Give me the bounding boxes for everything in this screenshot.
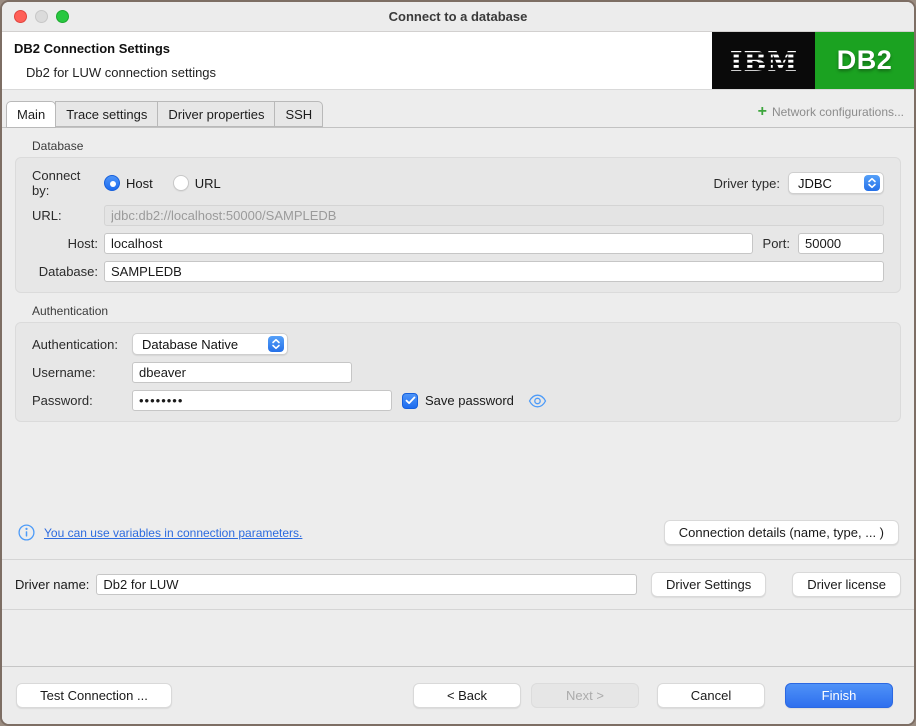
svg-text:IBM: IBM xyxy=(729,47,797,78)
radio-selected-icon xyxy=(104,175,120,191)
database-label: Database: xyxy=(38,264,98,279)
driver-type-select[interactable]: JDBC xyxy=(788,172,884,194)
window-title: Connect to a database xyxy=(388,9,528,24)
network-configurations-label: Network configurations... xyxy=(771,105,904,119)
host-input[interactable] xyxy=(104,233,753,254)
cancel-button[interactable]: Cancel xyxy=(657,683,765,708)
close-window-button[interactable] xyxy=(14,10,27,23)
finish-button[interactable]: Finish xyxy=(785,683,893,708)
variables-help-link[interactable]: You can use variables in connection para… xyxy=(44,526,302,540)
chevron-up-down-icon xyxy=(864,175,880,191)
save-password-label: Save password xyxy=(425,393,514,408)
url-radio-label: URL xyxy=(194,175,221,191)
connect-by-row: Connect by: Host URL Driver type: JDBC xyxy=(32,168,884,198)
tab-ssh[interactable]: SSH xyxy=(274,101,324,127)
username-input[interactable] xyxy=(132,362,352,383)
authentication-group: Authentication: Database Native Username… xyxy=(15,322,901,422)
back-button[interactable]: < Back xyxy=(413,683,521,708)
test-connection-button[interactable]: Test Connection ... xyxy=(16,683,172,708)
driver-type-value: JDBC xyxy=(798,175,832,191)
zoom-window-button[interactable] xyxy=(56,10,69,23)
authentication-select[interactable]: Database Native xyxy=(132,333,288,355)
variables-row: You can use variables in connection para… xyxy=(18,520,899,545)
connect-dialog: Connect to a database DB2 Connection Set… xyxy=(0,0,916,726)
password-label: Password: xyxy=(32,393,93,408)
driver-license-button[interactable]: Driver license xyxy=(792,572,901,597)
db2-branding: IBM DB2 xyxy=(712,32,914,89)
plus-icon: + xyxy=(757,103,767,120)
connect-by-label: Connect by: xyxy=(32,168,81,198)
authentication-row: Authentication: Database Native xyxy=(32,333,884,355)
port-label: Port: xyxy=(762,236,790,251)
connect-by-url-radio[interactable]: URL xyxy=(172,175,221,191)
driver-name-label: Driver name: xyxy=(15,577,90,592)
tab-bar: Main Trace settings Driver properties SS… xyxy=(2,90,914,128)
database-group-label: Database xyxy=(32,139,84,153)
tab-main[interactable]: Main xyxy=(6,101,57,128)
main-tab-content: Database Connect by: Host URL Driver typ… xyxy=(2,128,914,559)
driver-settings-button[interactable]: Driver Settings xyxy=(651,572,767,597)
url-row: URL: xyxy=(32,205,884,226)
password-input[interactable] xyxy=(132,390,392,411)
tab-trace-settings[interactable]: Trace settings xyxy=(55,101,159,127)
radio-unselected-icon xyxy=(172,175,189,191)
port-input[interactable] xyxy=(798,233,884,254)
authentication-group-label: Authentication xyxy=(32,304,109,318)
driver-name-input[interactable] xyxy=(96,574,637,595)
database-group: Connect by: Host URL Driver type: JDBC U… xyxy=(15,157,901,293)
save-password-checkbox[interactable] xyxy=(402,392,418,409)
dialog-header: DB2 Connection Settings Db2 for LUW conn… xyxy=(2,32,914,90)
info-icon xyxy=(18,524,35,541)
url-label: URL: xyxy=(32,208,62,223)
minimize-window-button[interactable] xyxy=(35,10,48,23)
driver-type-label: Driver type: xyxy=(713,175,780,191)
network-configurations-button[interactable]: + Network configurations... xyxy=(758,104,904,120)
traffic-lights xyxy=(14,10,69,23)
ibm-logo-icon: IBM xyxy=(712,32,815,89)
titlebar: Connect to a database xyxy=(2,2,914,32)
password-row: Password: Save password xyxy=(32,390,884,411)
tab-driver-properties[interactable]: Driver properties xyxy=(157,101,276,127)
authentication-value: Database Native xyxy=(142,336,239,352)
driver-row: Driver name: Driver Settings Driver lice… xyxy=(2,560,914,609)
show-password-eye-icon[interactable] xyxy=(528,394,547,408)
username-row: Username: xyxy=(32,362,884,383)
host-row: Host: Port: xyxy=(32,233,884,254)
db2-logo-icon: DB2 xyxy=(815,32,914,89)
connection-details-button[interactable]: Connection details (name, type, ... ) xyxy=(663,520,899,545)
database-input[interactable] xyxy=(104,261,884,282)
next-button[interactable]: Next > xyxy=(531,683,639,708)
host-radio-label: Host xyxy=(126,175,153,191)
connect-by-host-radio[interactable]: Host xyxy=(104,175,153,191)
url-input[interactable] xyxy=(104,205,884,226)
db2-logo-text: DB2 xyxy=(836,45,893,75)
host-label: Host: xyxy=(67,236,98,251)
database-row: Database: xyxy=(32,261,884,282)
username-label: Username: xyxy=(32,365,96,380)
authentication-label: Authentication: xyxy=(32,336,119,352)
chevron-up-down-icon xyxy=(268,336,284,352)
checkmark-icon xyxy=(405,396,415,404)
footer-button-bar: Test Connection ... < Back Next > Cancel… xyxy=(2,666,914,724)
